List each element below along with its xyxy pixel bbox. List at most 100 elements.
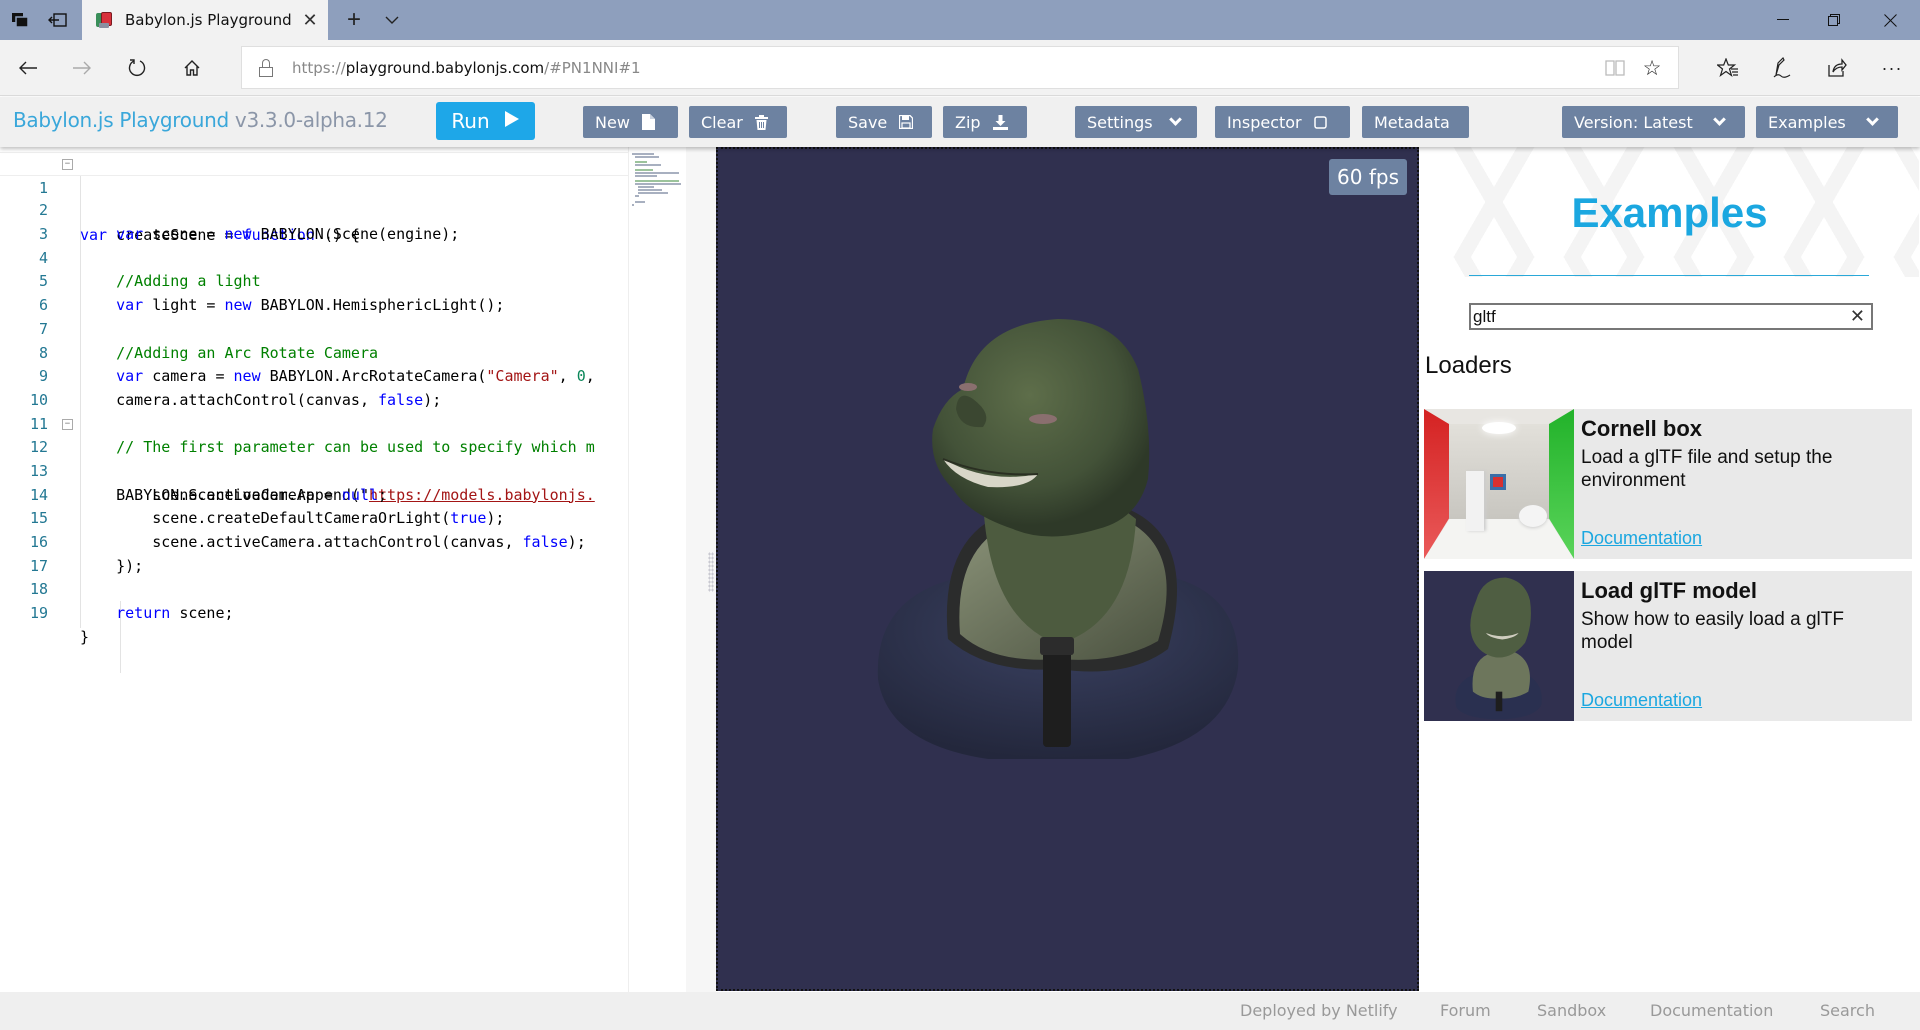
example-item[interactable]: Cornell box Load a glTF file and setup t… — [1424, 409, 1912, 559]
share-icon[interactable] — [1817, 48, 1857, 88]
example-name[interactable]: Cornell box — [1581, 416, 1702, 442]
code-line[interactable]: 14 scene.createDefaultCameraOrLight(true… — [0, 460, 628, 528]
code-line[interactable]: 19 } — [0, 578, 628, 646]
code-line[interactable]: 3 — [0, 199, 628, 243]
tab-close-icon[interactable]: ✕ — [298, 8, 322, 32]
tab-set-aside-icon[interactable] — [38, 0, 78, 40]
restore-icon[interactable] — [1807, 0, 1861, 40]
chevron-down-icon — [1712, 113, 1726, 126]
close-window-icon[interactable] — [1863, 0, 1917, 40]
lock-icon — [259, 58, 273, 77]
code-lines[interactable]: 1 − var createScene = function () { 2 va… — [0, 152, 628, 646]
brand-name: Babylon.js Playground — [13, 108, 229, 132]
browser-tab-active[interactable]: Babylon.js Playground ✕ — [82, 0, 328, 40]
metadata-button[interactable]: Metadata — [1362, 106, 1469, 138]
code-line[interactable]: 17 — [0, 531, 628, 575]
more-icon[interactable]: ··· — [1872, 48, 1912, 88]
render-canvas[interactable]: 60 fps — [716, 147, 1419, 991]
example-name[interactable]: Load glTF model — [1581, 578, 1757, 604]
url-path: /#PN1NNI#1 — [544, 58, 641, 77]
version-dropdown[interactable]: Version: Latest — [1562, 106, 1745, 138]
run-button[interactable]: Run — [436, 102, 535, 140]
save-button[interactable]: Save — [836, 106, 932, 138]
chevron-down-icon — [1168, 113, 1182, 126]
example-description: Load a glTF file and setup the environme… — [1581, 447, 1833, 491]
metadata-label: Metadata — [1374, 112, 1450, 132]
examples-search[interactable]: ✕ — [1469, 303, 1873, 330]
code-line[interactable]: 18 return scene; — [0, 555, 628, 622]
code-token: } — [80, 627, 90, 646]
footer-link-documentation[interactable]: Documentation — [1650, 1001, 1773, 1020]
chevron-down-icon[interactable] — [378, 6, 406, 34]
inspector-toggle[interactable]: Inspector — [1215, 106, 1350, 138]
file-icon — [641, 114, 655, 130]
documentation-link[interactable]: Documentation — [1581, 690, 1702, 711]
tab-manager-icon[interactable] — [0, 0, 40, 40]
code-line[interactable]: 1 − var createScene = function () { — [0, 152, 628, 244]
run-label: Run — [451, 109, 490, 133]
drag-handle-icon[interactable] — [708, 552, 714, 592]
settings-dropdown[interactable]: Settings — [1075, 106, 1197, 138]
code-line[interactable]: 11 // The first parameter can be used to… — [0, 389, 628, 457]
playground-title: Babylon.js Playground v3.3.0-alpha.12 — [13, 108, 388, 132]
clear-label: Clear — [701, 112, 743, 132]
code-line[interactable]: 6 — [0, 270, 628, 314]
reading-view-icon[interactable] — [1604, 58, 1626, 78]
code-line[interactable]: 5 var light = new BABYLON.HemisphericLig… — [0, 247, 628, 314]
divider — [1469, 275, 1869, 276]
fps-counter: 60 fps — [1329, 159, 1407, 195]
play-icon — [504, 110, 520, 133]
code-line[interactable]: 4 //Adding a light — [0, 223, 628, 291]
examples-title: Examples — [1571, 189, 1768, 236]
examples-panel: Examples ✕ Loaders Cornell box Load a gl… — [1419, 147, 1920, 992]
forward-arrow-icon[interactable] — [62, 48, 102, 88]
back-arrow-icon[interactable] — [8, 48, 48, 88]
pen-icon[interactable] — [1762, 48, 1802, 88]
footer-link-netlify[interactable]: Deployed by Netlify — [1240, 1001, 1398, 1020]
tab-title: Babylon.js Playground — [125, 11, 292, 29]
code-line[interactable]: 15 scene.activeCamera.attachControl(canv… — [0, 484, 628, 551]
fold-toggle-icon[interactable]: − — [62, 418, 73, 430]
zip-button[interactable]: Zip — [943, 106, 1027, 138]
code-line[interactable]: 13 scene.activeCamera = null; — [0, 436, 628, 504]
clear-search-icon[interactable]: ✕ — [1850, 306, 1865, 327]
footer-link-sandbox[interactable]: Sandbox — [1537, 1001, 1606, 1020]
examples-search-input[interactable] — [1471, 306, 1841, 327]
minimize-icon[interactable] — [1756, 0, 1810, 40]
url-host: playground.babylonjs.com — [345, 58, 545, 77]
url-scheme: https:// — [292, 58, 346, 77]
code-line[interactable]: 10 — [0, 365, 628, 409]
editor-minimap[interactable] — [628, 147, 686, 992]
footer-link-forum[interactable]: Forum — [1440, 1001, 1491, 1020]
new-tab-icon[interactable]: + — [340, 6, 368, 34]
fold-toggle-icon[interactable]: − — [62, 159, 73, 170]
code-line[interactable]: 12 − BABYLON.SceneLoader.Append("https:/… — [0, 413, 628, 504]
address-bar[interactable]: https://playground.babylonjs.com/#PN1NNI… — [241, 46, 1679, 89]
editor-canvas-splitter[interactable] — [686, 147, 716, 992]
url-text[interactable]: https://playground.babylonjs.com/#PN1NNI… — [292, 59, 641, 77]
babylon-favicon-icon — [94, 10, 114, 30]
code-token: scene; — [170, 604, 234, 623]
new-button[interactable]: New — [583, 106, 678, 138]
floppy-disk-icon — [899, 115, 914, 129]
gltf-model-thumbnail[interactable] — [1424, 571, 1574, 721]
cornell-box-thumbnail[interactable] — [1424, 409, 1574, 559]
browser-tab-bar: Babylon.js Playground ✕ + — [0, 0, 1920, 40]
code-line[interactable]: 8 var camera = new BABYLON.ArcRotateCame… — [0, 318, 628, 386]
documentation-link[interactable]: Documentation — [1581, 528, 1702, 549]
code-line[interactable]: 16 }); — [0, 507, 628, 575]
footer-link-search[interactable]: Search — [1820, 1001, 1875, 1020]
examples-label: Examples — [1768, 112, 1846, 132]
favorites-list-icon[interactable] — [1708, 48, 1748, 88]
example-item[interactable]: Load glTF model Show how to easily load … — [1424, 571, 1912, 721]
home-icon[interactable] — [172, 48, 212, 88]
code-line[interactable]: 9 camera.attachControl(canvas, false); — [0, 342, 628, 409]
clear-button[interactable]: Clear — [689, 106, 787, 138]
code-editor[interactable]: 1 − var createScene = function () { 2 va… — [0, 147, 686, 992]
alien-bust-model — [877, 319, 1239, 759]
examples-dropdown[interactable]: Examples — [1756, 106, 1898, 138]
code-line[interactable]: 2 var scene = new BABYLON.Scene(engine); — [0, 176, 628, 243]
refresh-icon[interactable] — [117, 48, 157, 88]
code-line[interactable]: 7 //Adding an Arc Rotate Camera — [0, 294, 628, 362]
star-icon[interactable]: ☆ — [1640, 56, 1664, 80]
